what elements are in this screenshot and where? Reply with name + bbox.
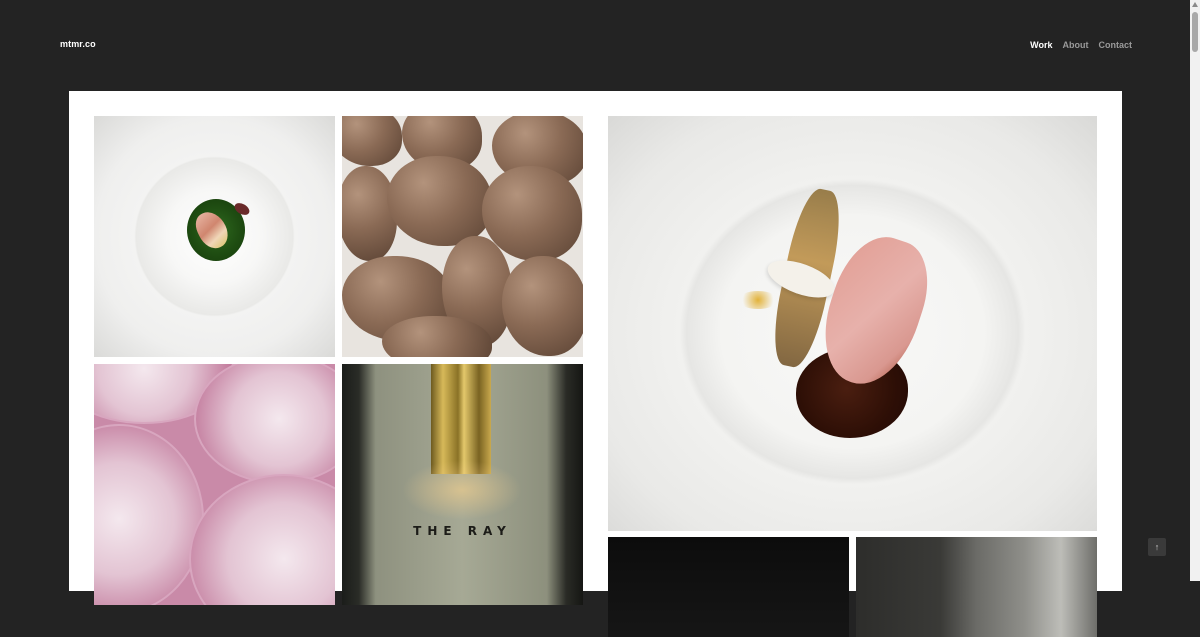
site-header: mtmr.co Work About Contact <box>0 0 1190 90</box>
sunchoke <box>387 156 492 246</box>
gallery-image-dark-interior[interactable] <box>608 537 849 637</box>
gallery-image-duck[interactable] <box>608 116 1097 531</box>
nav-item-contact[interactable]: Contact <box>1099 40 1133 50</box>
gallery-image-the-ray[interactable]: THE RAY <box>342 364 583 605</box>
gallery-image-radish[interactable] <box>94 364 335 605</box>
site-logo[interactable]: mtmr.co <box>60 39 96 49</box>
sunchoke <box>502 256 583 356</box>
brass-panel <box>431 364 491 474</box>
light-glow <box>402 460 522 520</box>
radish-slice <box>94 424 204 605</box>
duck-pollen <box>738 291 778 309</box>
nav-item-about[interactable]: About <box>1063 40 1089 50</box>
sunchoke <box>342 166 397 261</box>
sign-text: THE RAY <box>413 524 512 538</box>
radish-slice <box>194 364 335 484</box>
gallery-image-plated-dish[interactable] <box>94 116 335 357</box>
page-scrollbar[interactable] <box>1190 0 1200 581</box>
radish-slice <box>189 474 335 605</box>
scroll-up-arrow-icon[interactable] <box>1192 2 1198 7</box>
arrow-up-icon: ↑ <box>1154 542 1160 552</box>
main-nav: Work About Contact <box>1030 40 1132 50</box>
back-to-top-button[interactable]: ↑ <box>1148 538 1166 556</box>
sunchoke <box>342 116 402 166</box>
gallery-image-sunchokes[interactable] <box>342 116 583 357</box>
gallery-panel: THE RAY <box>69 91 1122 637</box>
nav-item-work[interactable]: Work <box>1030 40 1052 50</box>
scroll-thumb[interactable] <box>1192 12 1198 52</box>
gallery-image-interior-window[interactable] <box>856 537 1097 637</box>
